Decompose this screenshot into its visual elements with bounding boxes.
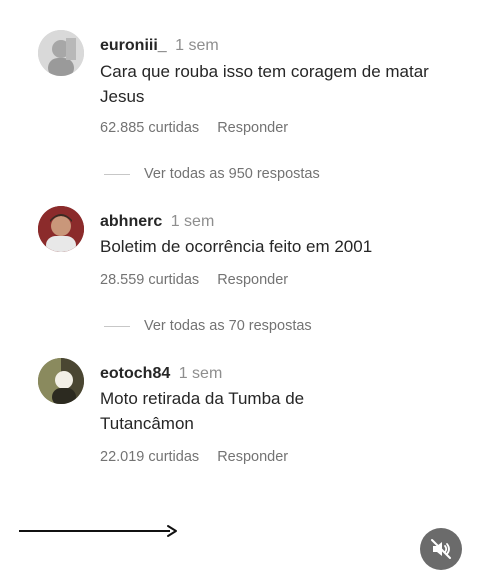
reply-button[interactable]: Responder <box>217 120 288 136</box>
speaker-muted-icon <box>431 539 451 559</box>
comment-text: Moto retirada da Tumba de Tutancâmon <box>100 389 305 433</box>
like-count[interactable]: 22.019 curtidas <box>100 449 199 465</box>
like-count[interactable]: 62.885 curtidas <box>100 120 199 136</box>
avatar[interactable] <box>38 358 84 404</box>
comment-header: abhnerc 1 sem <box>100 212 214 232</box>
like-count[interactable]: 28.559 curtidas <box>100 272 199 288</box>
comment-actions: 28.559 curtidas Responder <box>100 272 288 288</box>
arrow-right-icon <box>19 525 177 537</box>
comment-actions: 22.019 curtidas Responder <box>100 449 288 465</box>
username[interactable]: abhnerc <box>100 213 162 230</box>
reply-button[interactable]: Responder <box>217 449 288 465</box>
timestamp: 1 sem <box>178 365 223 382</box>
comment-header: eotoch84 1 sem <box>100 364 222 384</box>
reply-button[interactable]: Responder <box>217 272 288 288</box>
comment-text: Cara que rouba isso tem coragem de matar… <box>100 62 429 106</box>
view-replies-button[interactable]: Ver todas as 70 respostas <box>104 318 312 334</box>
view-replies-label: Ver todas as 950 respostas <box>144 166 320 182</box>
avatar[interactable] <box>38 206 84 252</box>
view-replies-label: Ver todas as 70 respostas <box>144 318 312 334</box>
avatar[interactable] <box>38 30 84 76</box>
username[interactable]: eotoch84 <box>100 365 170 382</box>
replies-divider <box>104 173 130 175</box>
comment-text: Boletim de ocorrência feito em 2001 <box>100 237 373 256</box>
comment-header: euroniii_ 1 sem <box>100 36 219 56</box>
view-replies-button[interactable]: Ver todas as 950 respostas <box>104 166 320 182</box>
username[interactable]: euroniii_ <box>100 37 167 54</box>
replies-divider <box>104 325 130 327</box>
timestamp: 1 sem <box>175 37 219 54</box>
comment-actions: 62.885 curtidas Responder <box>100 120 288 136</box>
timestamp: 1 sem <box>170 213 215 230</box>
mute-button[interactable] <box>420 528 462 570</box>
